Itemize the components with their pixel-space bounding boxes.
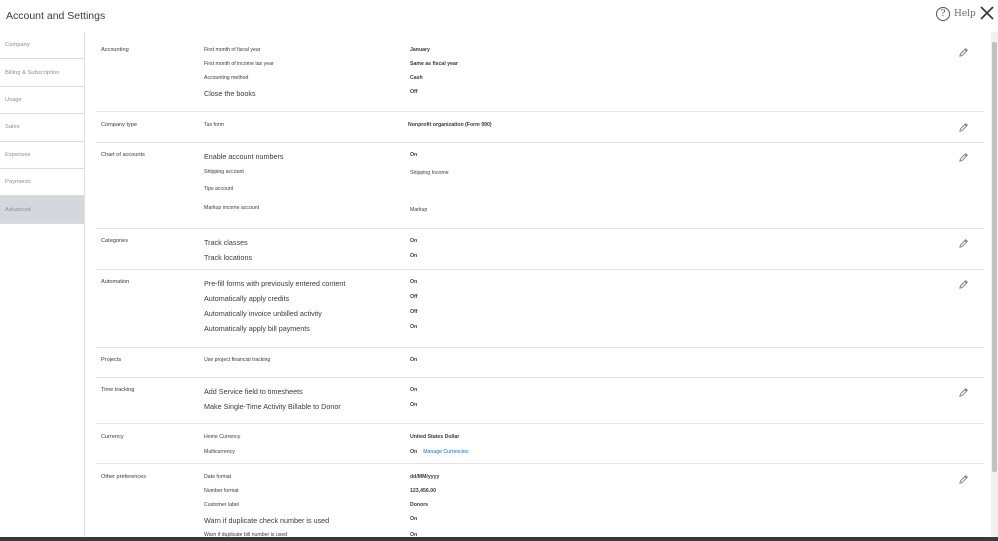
help-label: Help [954,9,976,19]
sidebar-item-payments[interactable]: Payments [0,169,84,197]
section-automation[interactable]: Automation Pre-fill forms with previousl… [96,270,984,348]
row-label: First month of fiscal year [204,47,261,53]
row-label: Accounting method [204,75,249,81]
row-value: Off [410,89,418,95]
sidebar-item-billing[interactable]: Billing & Subscription [0,59,84,87]
sidebar-item-company[interactable]: Company [0,32,84,60]
row-value: On [410,324,418,330]
sidebar-item-sales[interactable]: Sales [0,114,84,142]
section-other-preferences[interactable]: Other preferences Date format dd/MM/yyyy… [96,464,984,541]
header: Account and Settings ? Help [0,0,998,32]
row-value: On [410,516,418,522]
row-label: Shipping account [204,169,244,175]
row-label: Tips account [204,186,234,192]
section-time-tracking[interactable]: Time tracking Add Service field to times… [96,378,984,424]
row-value: Off [410,309,418,315]
row-label: Pre-fill forms with previously entered c… [204,279,346,288]
section-title: Other preferences [101,474,147,480]
row-label: Automatically invoice unbilled activity [204,309,322,318]
row-value: 123,456.00 [410,488,436,494]
row-label: Automatically apply credits [204,294,290,303]
row-label: Markup income account [204,205,260,211]
row-value: Cash [410,75,423,81]
section-title: Chart of accounts [101,152,145,158]
vertical-scrollbar[interactable] [991,32,998,541]
row-value: On [410,387,418,393]
row-label: Home Currency [204,434,241,440]
section-accounting[interactable]: Accounting First month of fiscal year Ja… [96,32,984,112]
row-value: On [410,238,418,244]
section-title: Categories [101,238,129,244]
pencil-icon[interactable] [958,279,969,290]
row-value: United States Dollar [410,434,460,440]
sidebar-item-advanced[interactable]: Advanced [0,196,84,224]
row-label: First month of income tax year [204,61,274,67]
pencil-icon[interactable] [958,152,969,163]
section-title: Time tracking [101,387,135,393]
section-title: Company type [101,122,138,128]
sidebar-item-expenses[interactable]: Expenses [0,142,84,169]
section-title: Accounting [101,47,129,53]
multicurrency-status: On [410,449,418,455]
row-label: Multicurrency [204,449,235,455]
bottom-edge [0,537,998,541]
row-label: Automatically apply bill payments [204,324,310,333]
section-categories[interactable]: Categories Track classes On Track locati… [96,229,984,270]
row-value: Same as fiscal year [410,61,458,67]
section-title: Automation [101,279,130,285]
section-company-type[interactable]: Company type Tax form Nonprofit organiza… [96,112,984,143]
row-value: On [410,253,418,259]
help-button[interactable]: ? Help [936,7,976,21]
row-label: Enable account numbers [204,152,284,161]
pencil-icon[interactable] [958,122,969,133]
row-label: Add Service field to timesheets [204,387,303,396]
row-label: Track classes [204,238,248,247]
row-value: On [410,279,418,285]
row-label: Warn if duplicate check number is used [204,516,330,525]
row-value: Off [410,294,418,300]
page-title: Account and Settings [6,10,106,22]
row-label: Date format [204,474,232,480]
section-chart-of-accounts[interactable]: Chart of accounts Enable account numbers… [96,143,984,229]
close-icon[interactable] [979,5,995,21]
row-label: Number format [204,488,239,494]
help-circle-icon: ? [936,7,950,21]
section-title: Currency [101,434,124,440]
row-value: Shipping Income [410,170,449,176]
row-value: On Manage Currencies [410,449,469,455]
row-label: Use project financial tracking [204,357,271,363]
manage-currencies-link[interactable]: Manage Currencies [423,449,468,455]
row-label: Close the books [204,89,256,98]
pencil-icon[interactable] [958,238,969,249]
pencil-icon[interactable] [958,387,969,398]
row-value: Markup [410,207,428,213]
row-label: Tax form [204,122,224,128]
pencil-icon[interactable] [958,474,969,485]
row-value: dd/MM/yyyy [410,474,440,480]
section-currency[interactable]: Currency Home Currency United States Dol… [96,424,984,464]
row-label: Make Single-Time Activity Billable to Do… [204,402,341,411]
row-value: January [410,47,430,53]
row-label: Customer label [204,502,239,508]
row-value: On [410,402,418,408]
row-value: Nonprofit organization (Form 990) [408,122,492,128]
row-label: Track locations [204,253,253,262]
settings-sidebar: Company Billing & Subscription Usage Sal… [0,32,85,541]
sidebar-item-usage[interactable]: Usage [0,87,84,115]
row-value: Donors [410,502,429,508]
pencil-icon[interactable] [958,47,969,58]
section-title: Projects [101,357,122,363]
settings-content: Accounting First month of fiscal year Ja… [86,32,988,541]
section-projects[interactable]: Projects Use project financial tracking … [96,348,984,378]
row-value: On [410,357,418,363]
scroll-thumb[interactable] [992,42,997,472]
row-value: On [410,152,418,158]
